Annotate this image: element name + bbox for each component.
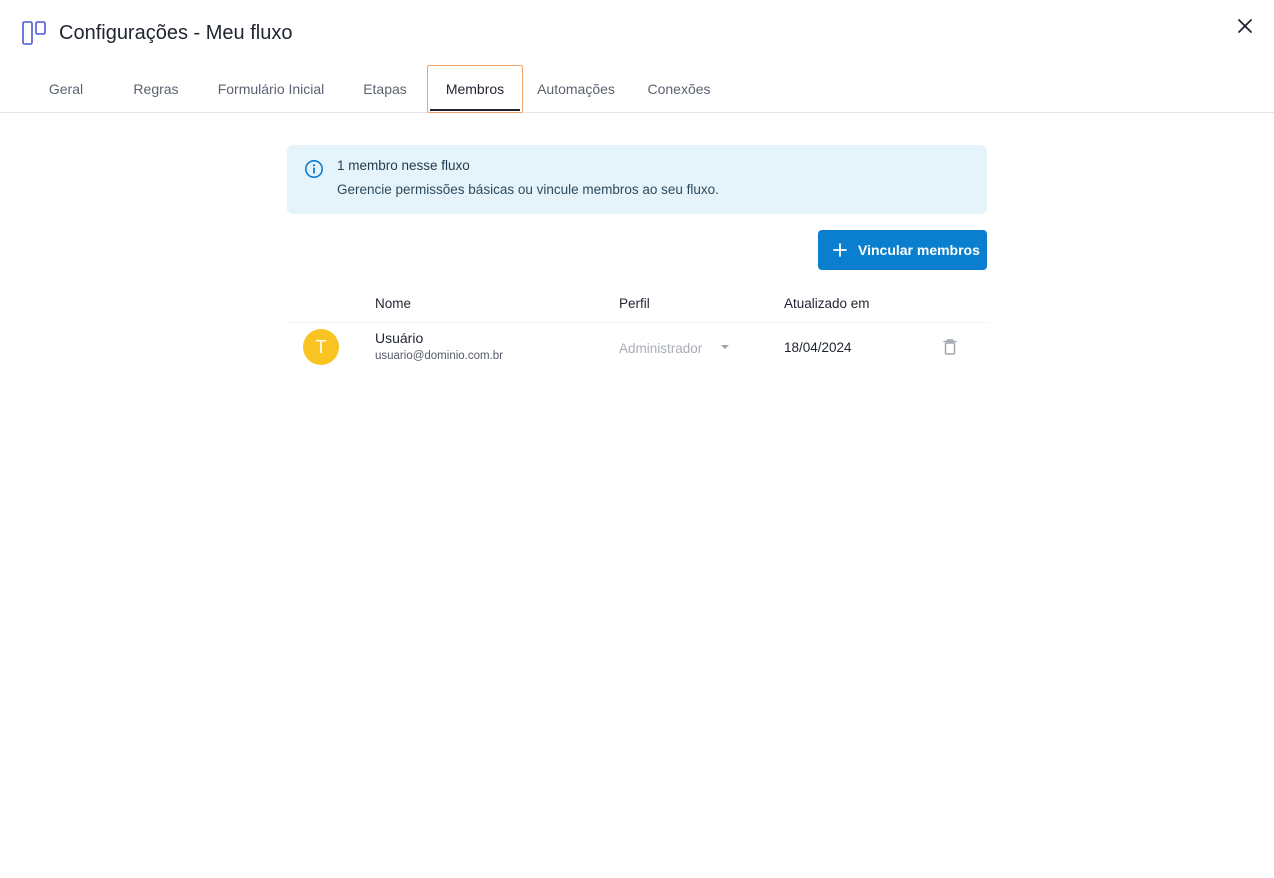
add-members-button[interactable]: Vincular membros [818,230,987,270]
banner-text: Gerencie permissões básicas ou vincule m… [337,182,719,197]
avatar: T [303,329,339,365]
plus-icon [833,243,847,257]
column-header-role: Perfil [619,296,650,311]
role-select[interactable]: Administrador [619,338,739,358]
info-icon [304,159,324,179]
member-name: Usuário [375,330,424,346]
tab-geral[interactable]: Geral [36,66,96,112]
tab-label: Geral [48,81,84,97]
tab-conexoes[interactable]: Conexões [641,66,717,112]
tab-regras[interactable]: Regras [124,66,188,112]
tab-label: Membros [445,81,505,97]
tab-membros[interactable]: Membros [427,65,523,113]
banner-title: 1 membro nesse fluxo [337,158,470,173]
modal-header: Configurações - Meu fluxo [0,0,1274,66]
members-info-banner: 1 membro nesse fluxo Gerencie permissões… [287,145,987,214]
delete-member-button[interactable] [940,337,960,357]
member-email: usuario@dominio.com.br [375,350,504,362]
updated-date: 18/04/2024 [784,340,852,355]
tab-label: Automações [537,81,615,97]
tab-label: Conexões [647,81,711,97]
column-header-name: Nome [375,296,412,311]
caret-down-icon [721,345,729,349]
close-icon [1237,18,1253,39]
tab-automacoes[interactable]: Automações [531,66,621,112]
column-header-updated: Atualizado em [784,296,870,311]
active-tab-indicator [430,109,520,111]
close-button[interactable] [1233,16,1257,40]
avatar-initial: T [315,336,327,357]
trash-icon [940,339,960,361]
tab-etapas[interactable]: Etapas [352,66,418,112]
add-members-label: Vincular membros [858,242,980,258]
settings-tabs: Geral Regras Formulário Inicial Etapas M… [0,65,1274,113]
tab-label: Formulário Inicial [217,81,325,97]
tab-label: Etapas [363,81,407,97]
tab-formulario-inicial[interactable]: Formulário Inicial [210,66,332,112]
settings-modal: Configurações - Meu fluxo Geral Regras F… [0,0,1274,878]
board-columns-icon [22,21,48,46]
tab-label: Regras [133,81,179,97]
role-value: Administrador [619,340,703,356]
page-title: Configurações - Meu fluxo [59,22,293,44]
